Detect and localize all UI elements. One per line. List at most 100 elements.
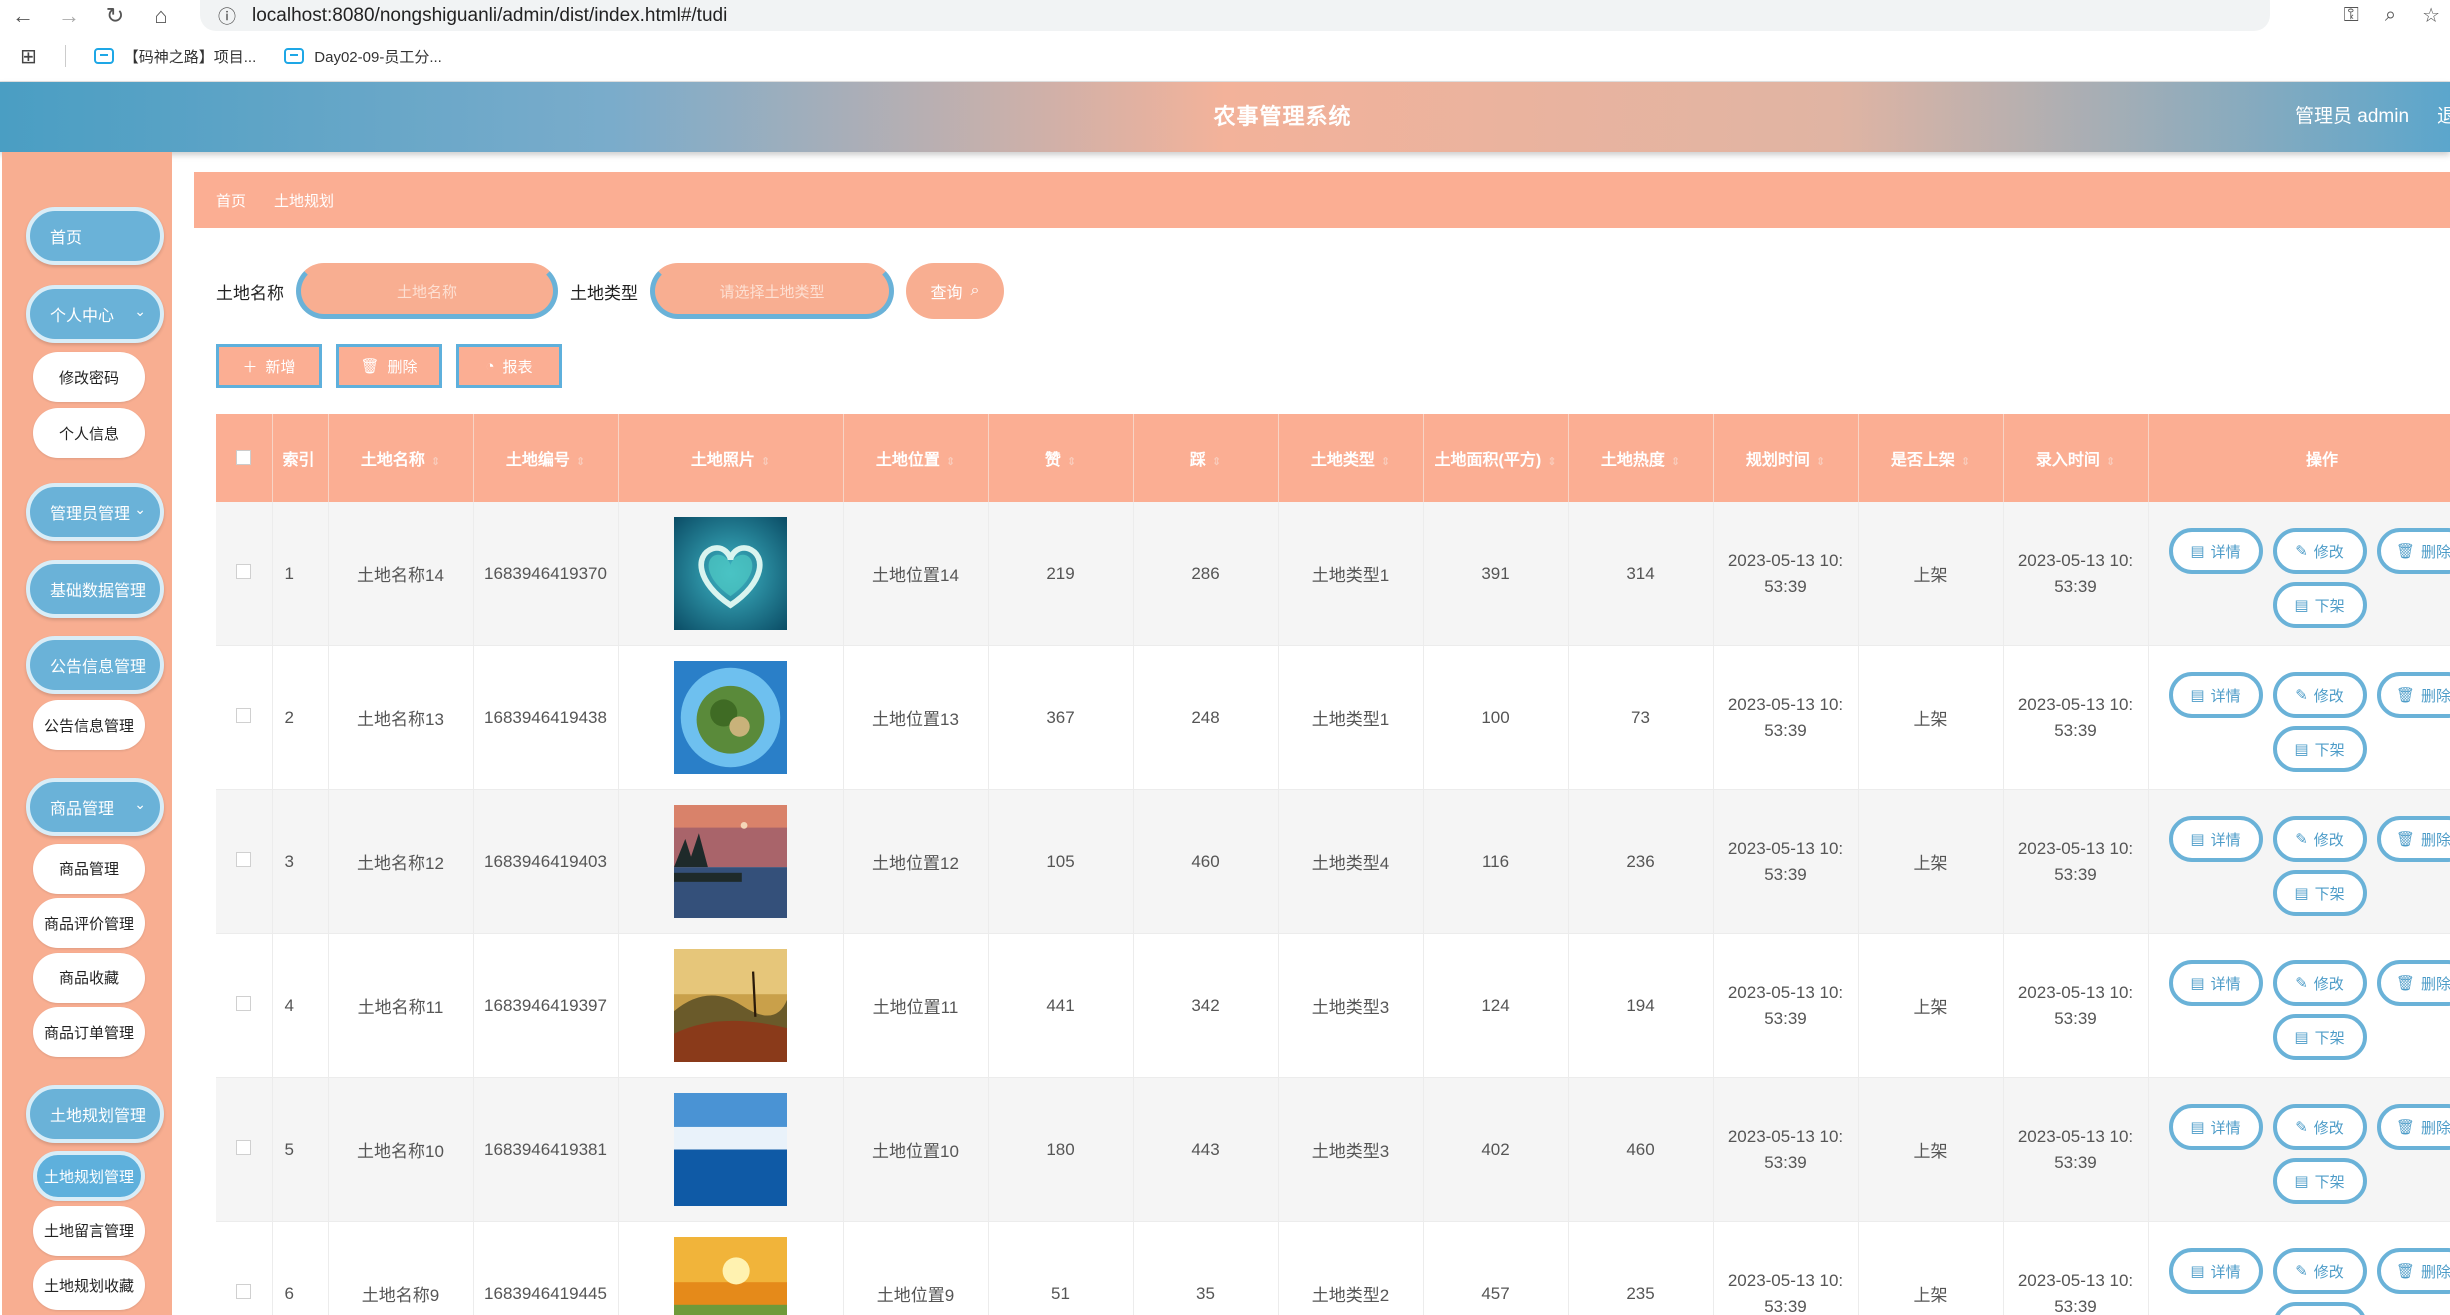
row-delete-button[interactable]: 🗑 删除 (2376, 960, 2450, 1006)
sort-icon[interactable]: ⇕ (1212, 456, 1221, 468)
sort-icon[interactable]: ⇕ (1816, 456, 1825, 468)
land-type-select[interactable]: 请选择土地类型 (650, 263, 894, 319)
sort-icon[interactable]: ⇕ (946, 456, 955, 468)
reload-icon[interactable]: ↻ (92, 0, 138, 31)
row-delete-button[interactable]: 🗑 删除 (2376, 672, 2450, 718)
edit-button[interactable]: ✎ 修改 (2272, 1248, 2367, 1294)
take-off-shelf-button[interactable]: ▤下架 (2272, 870, 2367, 916)
row-delete-button[interactable]: 🗑 删除 (2376, 528, 2450, 574)
row-delete-button[interactable]: 🗑 删除 (2376, 1248, 2450, 1294)
row-checkbox[interactable] (236, 995, 252, 1011)
sidebar-submenu-item[interactable]: 土地规划管理 (33, 1151, 145, 1201)
sort-icon[interactable]: ⇕ (1067, 456, 1076, 468)
land-photo[interactable] (619, 949, 843, 1062)
row-delete-button[interactable]: 🗑 删除 (2376, 1104, 2450, 1150)
sort-icon[interactable]: ⇕ (2106, 456, 2115, 468)
site-info-icon[interactable]: ⓘ (218, 3, 236, 29)
detail-button[interactable]: ▤ 详情 (2168, 1248, 2263, 1294)
row-delete-button[interactable]: 🗑 删除 (2376, 816, 2450, 862)
column-header[interactable]: 录入时间 ⇕ (2003, 414, 2149, 502)
column-header[interactable]: 土地名称 ⇕ (328, 414, 474, 502)
sidebar-menu-item[interactable]: 商品管理 ⌄ (26, 778, 164, 837)
edit-button[interactable]: ✎ 修改 (2272, 960, 2367, 1006)
column-header[interactable]: 土地类型 ⇕ (1278, 414, 1424, 502)
breadcrumb-home[interactable]: 首页 (216, 190, 246, 211)
column-header[interactable]: 索引 (272, 414, 329, 502)
sidebar-menu-item[interactable]: 公告信息管理 (26, 636, 164, 695)
take-off-shelf-button[interactable]: ▤下架 (2272, 1158, 2367, 1204)
sidebar-submenu-item[interactable]: 商品订单管理 (33, 1007, 145, 1058)
row-checkbox[interactable] (236, 563, 252, 579)
sidebar-menu-item[interactable]: 土地规划管理 (26, 1085, 164, 1144)
column-header[interactable]: 土地照片 ⇕ (618, 414, 844, 502)
detail-button[interactable]: ▤ 详情 (2168, 816, 2263, 862)
row-checkbox[interactable] (236, 1283, 252, 1299)
land-photo[interactable] (619, 1093, 843, 1206)
column-header[interactable]: 操作 (2148, 414, 2450, 502)
bookmark-item[interactable]: Day02-09-员工分... (284, 46, 442, 67)
sidebar-submenu-item[interactable]: 商品收藏 (33, 952, 145, 1003)
add-button[interactable]: ＋ 新增 (216, 344, 322, 388)
row-checkbox[interactable] (236, 851, 252, 867)
back-icon[interactable]: ← (0, 0, 46, 31)
sidebar-submenu-item[interactable]: 公告信息管理 (33, 700, 145, 751)
address-bar[interactable]: ⓘ localhost:8080/nongshiguanli/admin/dis… (200, 0, 2270, 31)
row-checkbox[interactable] (236, 707, 252, 723)
sidebar-submenu-item[interactable]: 修改密码 (33, 352, 145, 403)
sidebar-submenu-item[interactable]: 个人信息 (33, 408, 145, 459)
delete-button[interactable]: 🗑 删除 (336, 344, 442, 388)
sidebar-submenu-item[interactable]: 土地留言管理 (33, 1205, 145, 1256)
sidebar-menu-item[interactable]: 首页 (26, 207, 164, 266)
column-header[interactable]: 踩 ⇕ (1133, 414, 1279, 502)
password-key-icon[interactable]: ⚿ (2344, 4, 2359, 27)
detail-button[interactable]: ▤ 详情 (2168, 672, 2263, 718)
column-header[interactable]: 土地面积(平方) ⇕ (1423, 414, 1569, 502)
column-header[interactable]: 土地编号 ⇕ (473, 414, 619, 502)
bookmark-item[interactable]: 【码神之路】项目... (93, 46, 256, 67)
take-off-shelf-button[interactable]: ▤下架 (2272, 726, 2367, 772)
land-photo[interactable] (619, 517, 843, 630)
sidebar-submenu-item[interactable]: 商品管理 (33, 843, 145, 894)
sort-icon[interactable]: ⇕ (1671, 456, 1680, 468)
detail-button[interactable]: ▤ 详情 (2168, 528, 2263, 574)
forward-icon[interactable]: → (46, 0, 92, 31)
apps-grid-icon[interactable]: ⊞ (20, 44, 37, 69)
bookmark-star-icon[interactable]: ☆ (2422, 3, 2440, 28)
detail-button[interactable]: ▤ 详情 (2168, 960, 2263, 1006)
sidebar-submenu-item[interactable]: 土地规划收藏 (33, 1260, 145, 1311)
column-header[interactable]: 是否上架 ⇕ (1858, 414, 2004, 502)
land-name-input[interactable]: 土地名称 (296, 263, 558, 319)
land-photo[interactable] (619, 1237, 843, 1315)
column-header[interactable]: 土地位置 ⇕ (843, 414, 989, 502)
take-off-shelf-button[interactable]: ▤下架 (2272, 1014, 2367, 1060)
report-button[interactable]: ◔ 报表 (456, 344, 562, 388)
take-off-shelf-button[interactable]: ▤下架 (2272, 582, 2367, 628)
column-header[interactable]: 土地热度 ⇕ (1568, 414, 1714, 502)
home-icon[interactable]: ⌂ (138, 0, 184, 31)
edit-button[interactable]: ✎ 修改 (2272, 528, 2367, 574)
sidebar-menu-item[interactable]: 个人中心 ⌄ (26, 285, 164, 344)
column-header[interactable]: 规划时间 ⇕ (1713, 414, 1859, 502)
land-photo[interactable] (619, 661, 843, 774)
sidebar-submenu-item[interactable]: 商品评价管理 (33, 898, 145, 949)
logout-link[interactable]: 退 (2437, 82, 2450, 152)
select-all-header[interactable] (216, 414, 273, 502)
row-checkbox[interactable] (236, 1139, 252, 1155)
detail-button[interactable]: ▤ 详情 (2168, 1104, 2263, 1150)
sidebar-menu-item[interactable]: 管理员管理 ⌄ (26, 483, 164, 542)
search-button[interactable]: 查询 ⌕ (906, 263, 1004, 319)
sort-icon[interactable]: ⇕ (576, 456, 585, 468)
edit-button[interactable]: ✎ 修改 (2272, 816, 2367, 862)
edit-button[interactable]: ✎ 修改 (2272, 1104, 2367, 1150)
sort-icon[interactable]: ⇕ (761, 456, 770, 468)
sidebar-menu-item[interactable]: 基础数据管理 (26, 559, 164, 618)
select-all-checkbox[interactable] (236, 450, 252, 466)
edit-button[interactable]: ✎ 修改 (2272, 672, 2367, 718)
sort-icon[interactable]: ⇕ (1961, 456, 1970, 468)
sort-icon[interactable]: ⇕ (1547, 456, 1556, 468)
column-header[interactable]: 赞 ⇕ (988, 414, 1134, 502)
zoom-icon[interactable]: ⌕ (2385, 4, 2396, 27)
sort-icon[interactable]: ⇕ (431, 456, 440, 468)
take-off-shelf-button[interactable]: ▤下架 (2272, 1302, 2367, 1315)
sort-icon[interactable]: ⇕ (1381, 456, 1390, 468)
